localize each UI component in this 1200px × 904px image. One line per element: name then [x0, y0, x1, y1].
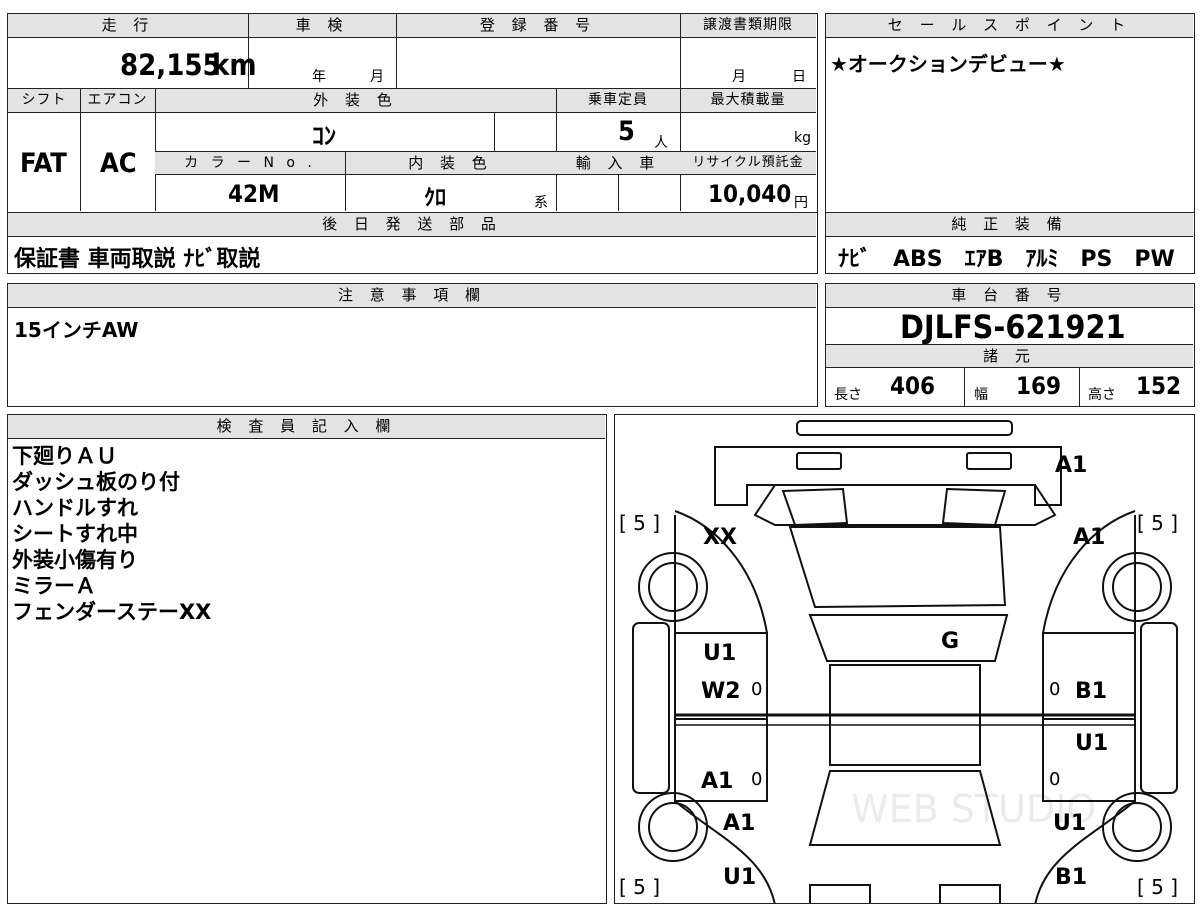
- later-parts-value: 保証書 車両取説 ﾅﾋﾞ取説: [14, 247, 261, 272]
- tire-mark-front-left: [ 5 ]: [619, 511, 661, 535]
- inspector-line: ミラーＡ: [12, 574, 96, 598]
- equipment-header: 純 正 装 備: [826, 213, 1193, 237]
- width-value: 169: [1016, 372, 1062, 400]
- damage-front-right: A1: [1073, 525, 1106, 550]
- watermark: WEB STUDIO: [851, 787, 1097, 831]
- length-label: 長さ: [834, 387, 862, 403]
- spec-header: 諸 元: [826, 344, 1193, 368]
- mileage-value: 82,155: [120, 48, 221, 82]
- damage-diagram-box: [ 5 ] [ 5 ] [ 5 ] [ 5 ] A1 XX A1 G U1 W2…: [614, 414, 1195, 904]
- capacity-header: 乗車定員: [556, 89, 680, 113]
- equipment-box: 純 正 装 備 ﾅﾋﾞ ABS ｴｱB ｱﾙﾐ PS PW: [825, 212, 1195, 274]
- mileage-header: 走 行: [8, 14, 248, 38]
- interior-color-value: ｸﾛ: [424, 186, 447, 211]
- length-value: 406: [890, 372, 936, 400]
- inspector-line: 下廻りＡＵ: [12, 444, 117, 468]
- inspector-line: シートすれ中: [12, 522, 138, 546]
- damage-right-rear-bottom: B1: [1055, 865, 1088, 890]
- chassis-number: DJLFS-621921: [900, 308, 1126, 346]
- sales-point-box: セ ー ル ス ポ イ ン ト ★オークションデビュー★: [825, 13, 1195, 213]
- exterior-color-header: 外 装 色: [155, 89, 556, 113]
- height-value: 152: [1136, 372, 1182, 400]
- damage-right-front-door: B1: [1075, 679, 1108, 704]
- chassis-header: 車 台 番 号: [826, 284, 1193, 308]
- tire-mark-rear-left: [ 5 ]: [619, 875, 661, 899]
- transfer-day: 日: [792, 69, 806, 85]
- inspector-line: ダッシュ板のり付: [12, 470, 180, 494]
- zero-mark: 0: [751, 769, 763, 790]
- recycle-unit: 円: [794, 195, 808, 211]
- damage-front-left: XX: [703, 525, 737, 550]
- shaken-header: 車 検: [248, 14, 396, 38]
- inspector-notes: 下廻りＡＵ ダッシュ板のり付 ハンドルすれ シートすれ中 外装小傷有り ミラーＡ…: [12, 443, 211, 625]
- interior-color-header: 内 装 色: [345, 151, 556, 175]
- transfer-deadline-header: 譲渡書類期限: [680, 14, 816, 38]
- tire-mark-front-right: [ 5 ]: [1137, 511, 1179, 535]
- shift-header: シフト: [8, 89, 80, 113]
- damage-left-front-door-1: U1: [703, 641, 737, 666]
- caution-header: 注 意 事 項 欄: [8, 284, 816, 308]
- caution-text: 15インチAW: [14, 318, 139, 342]
- import-header: 輸 入 車: [556, 151, 680, 175]
- max-load-header: 最大積載量: [680, 89, 816, 113]
- height-label: 高さ: [1088, 387, 1116, 403]
- registration-header: 登 録 番 号: [396, 14, 680, 38]
- width-label: 幅: [974, 387, 988, 403]
- mileage-unit: km: [212, 48, 257, 82]
- chassis-box: 車 台 番 号 DJLFS-621921 諸 元 長さ 406 幅 169 高さ…: [825, 283, 1195, 407]
- zero-mark: 0: [1049, 679, 1061, 700]
- inspector-line: フェンダーステーXX: [12, 600, 212, 624]
- damage-left-rear-fender: A1: [723, 811, 756, 836]
- inspector-line: ハンドルすれ: [12, 496, 138, 520]
- ac-value: AC: [100, 148, 137, 179]
- caution-box: 注 意 事 項 欄 15インチAW: [7, 283, 818, 407]
- damage-left-front-door-2: W2: [701, 679, 741, 704]
- damage-right-rear-door: U1: [1075, 731, 1109, 756]
- vehicle-info-box: 走 行 車 検 登 録 番 号 譲渡書類期限 82,155 km 年 月 月 日…: [7, 13, 818, 213]
- damage-left-rear-door: A1: [701, 769, 734, 794]
- later-parts-header: 後 日 発 送 部 品: [8, 213, 816, 237]
- damage-front-bumper: A1: [1055, 453, 1088, 478]
- damage-windshield: G: [941, 629, 960, 654]
- damage-left-rear-bottom: U1: [723, 865, 757, 890]
- capacity-unit: 人: [654, 135, 668, 151]
- later-parts-box: 後 日 発 送 部 品 保証書 車両取説 ﾅﾋﾞ取説: [7, 212, 818, 274]
- equipment-text: ﾅﾋﾞ ABS ｴｱB ｱﾙﾐ PS PW: [838, 247, 1175, 272]
- tire-mark-rear-right: [ 5 ]: [1137, 875, 1179, 899]
- transfer-month: 月: [732, 69, 746, 85]
- color-number-value: 42M: [228, 180, 280, 208]
- shaken-year: 年: [312, 69, 326, 85]
- sales-point-header: セ ー ル ス ポ イ ン ト: [826, 14, 1193, 38]
- capacity-value: 5: [618, 116, 635, 147]
- exterior-color-value: ｺﾝ: [312, 122, 336, 150]
- ac-header: エアコン: [80, 89, 155, 113]
- sales-point-text: ★オークションデビュー★: [830, 52, 1066, 76]
- inspector-box: 検 査 員 記 入 欄 下廻りＡＵ ダッシュ板のり付 ハンドルすれ シートすれ中…: [7, 414, 607, 904]
- max-load-unit: kg: [794, 130, 811, 146]
- zero-mark: 0: [751, 679, 763, 700]
- shift-value: FAT: [20, 148, 67, 179]
- inspector-header: 検 査 員 記 入 欄: [8, 415, 605, 439]
- recycle-header: リサイクル預託金: [680, 151, 816, 175]
- color-number-header: カ ラ ー N o .: [155, 151, 345, 175]
- shaken-month: 月: [370, 69, 384, 85]
- inspector-line: 外装小傷有り: [12, 548, 138, 572]
- interior-color-unit: 系: [534, 195, 548, 211]
- recycle-value: 10,040: [708, 180, 792, 208]
